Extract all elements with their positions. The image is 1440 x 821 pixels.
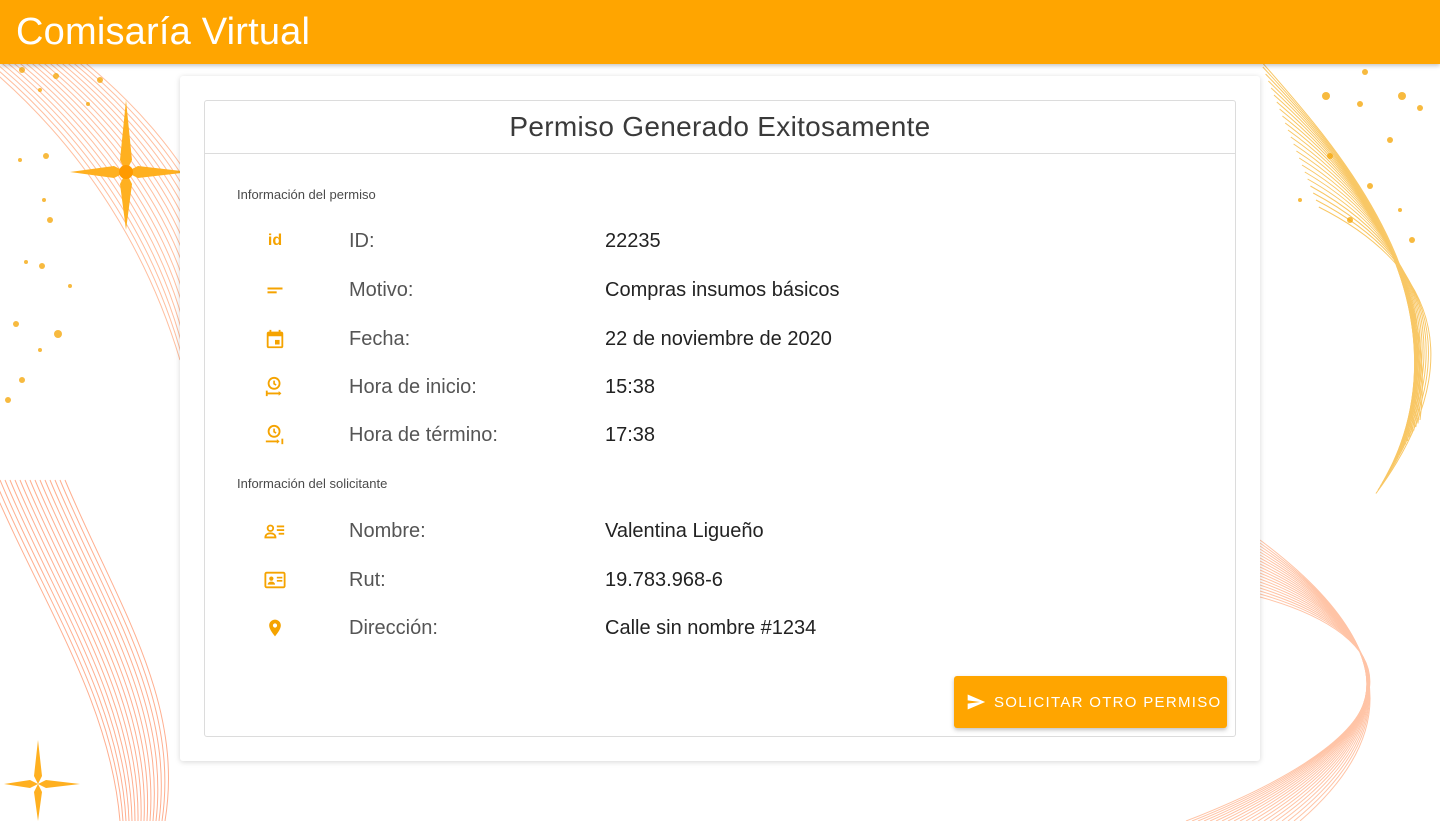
permit-row-hora-inicio: Hora de inicio: 15:38 <box>205 367 1235 407</box>
applicant-section-heading: Información del solicitante <box>237 476 388 491</box>
permit-card: Permiso Generado Exitosamente Informació… <box>204 100 1236 737</box>
request-another-permit-button[interactable]: SOLICITAR OTRO PERMISO <box>954 676 1227 728</box>
permit-card-container: Permiso Generado Exitosamente Informació… <box>180 76 1260 761</box>
app-bar: Comisaría Virtual <box>0 0 1440 64</box>
permit-row-hora-termino: Hora de término: 17:38 <box>205 415 1235 455</box>
applicant-label: Nombre: <box>349 519 426 542</box>
permit-section-heading: Información del permiso <box>237 187 376 202</box>
request-another-permit-label: SOLICITAR OTRO PERMISO <box>994 693 1222 711</box>
applicant-value: Calle sin nombre #1234 <box>605 616 817 639</box>
card-title: Permiso Generado Exitosamente <box>509 111 931 142</box>
permit-label: Fecha: <box>349 327 411 350</box>
permit-value: 22235 <box>605 229 661 252</box>
applicant-label: Rut: <box>349 568 386 591</box>
permit-value: 17:38 <box>605 423 656 446</box>
sparkle-icon <box>4 740 80 821</box>
permit-value: 22 de noviembre de 2020 <box>605 327 832 350</box>
permit-label: ID: <box>349 229 375 252</box>
calendar-icon <box>263 327 287 351</box>
permit-value: 15:38 <box>605 375 656 398</box>
permit-label: Hora de inicio: <box>349 375 477 398</box>
applicant-row-direccion: Dirección: Calle sin nombre #1234 <box>205 608 1235 648</box>
send-icon <box>964 690 988 714</box>
applicant-row-rut: Rut: 19.783.968-6 <box>205 560 1235 600</box>
person-list-icon <box>263 519 287 543</box>
permit-value: Compras insumos básicos <box>605 278 840 301</box>
applicant-row-nombre: Nombre: Valentina Ligueño <box>205 511 1235 551</box>
app-title: Comisaría Virtual <box>16 10 311 53</box>
permit-label: Hora de término: <box>349 423 498 446</box>
applicant-value: 19.783.968-6 <box>605 568 723 591</box>
id-icon: id <box>267 232 283 249</box>
permit-row-motivo: Motivo: Compras insumos básicos <box>205 270 1235 310</box>
applicant-value: Valentina Ligueño <box>605 519 764 542</box>
location-pin-icon <box>263 616 287 640</box>
id-card-icon <box>263 568 287 592</box>
clock-start-icon <box>263 375 287 399</box>
card-header: Permiso Generado Exitosamente <box>205 101 1235 154</box>
applicant-label: Dirección: <box>349 616 438 639</box>
permit-row-fecha: Fecha: 22 de noviembre de 2020 <box>205 319 1235 359</box>
permit-label: Motivo: <box>349 278 414 301</box>
permit-row-id: id ID: 22235 <box>205 221 1235 261</box>
clock-end-icon <box>263 423 287 447</box>
subject-icon <box>263 278 287 302</box>
